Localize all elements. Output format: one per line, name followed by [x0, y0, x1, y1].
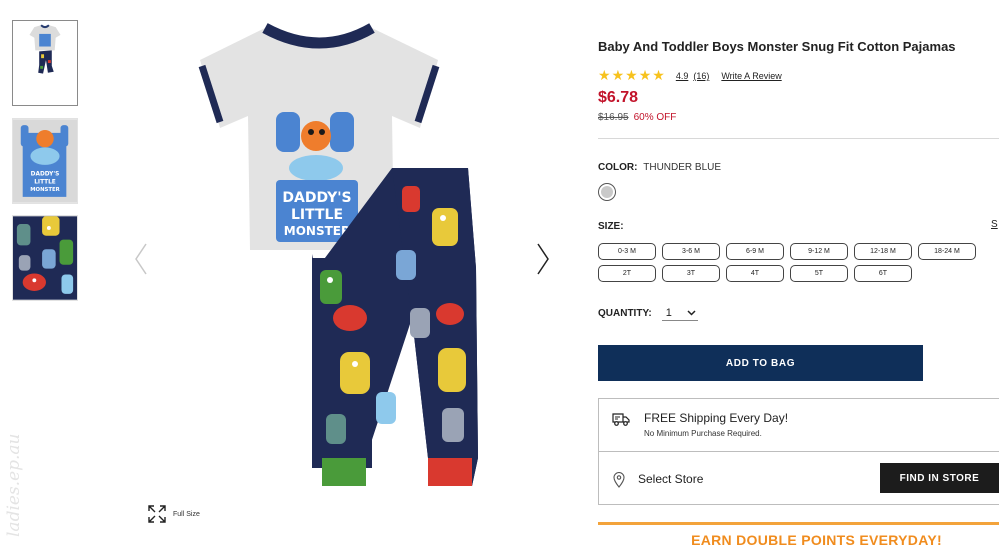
thumbnail-full-outfit[interactable]	[12, 20, 78, 106]
watermark: ladies.ep.au	[0, 425, 28, 540]
add-to-bag-button[interactable]: ADD TO BAG	[598, 345, 923, 381]
size-option[interactable]: 2T	[598, 265, 656, 282]
main-product-image[interactable]: DADDY'S LITTLE MONSTER	[180, 18, 520, 496]
rating-score-link[interactable]: 4.9	[676, 71, 689, 81]
thumbnail-pants-print[interactable]	[12, 215, 78, 301]
pajama-illustration: DADDY'S LITTLE MONSTER	[198, 23, 478, 486]
previous-image-arrow[interactable]	[133, 242, 149, 276]
swatch-dot	[601, 186, 613, 198]
svg-text:MONSTER: MONSTER	[30, 187, 60, 193]
size-option[interactable]: 5T	[790, 265, 848, 282]
size-option[interactable]: 12-18 M	[854, 243, 912, 260]
next-image-arrow[interactable]	[535, 242, 551, 276]
free-shipping-title: FREE Shipping Every Day!	[644, 411, 789, 425]
size-option[interactable]: 3-6 M	[662, 243, 720, 260]
thumbnail-shirt-graphic[interactable]: DADDY'S LITTLE MONSTER	[12, 118, 78, 204]
double-points-banner: EARN DOUBLE POINTS EVERYDAY!	[691, 532, 942, 547]
color-row: COLOR: THUNDER BLUE	[598, 162, 721, 173]
size-options: 0-3 M 3-6 M 6-9 M 9-12 M 12-18 M 18-24 M…	[598, 243, 978, 282]
thumbnail-image	[13, 21, 77, 105]
color-label: COLOR:	[598, 162, 638, 173]
quantity-select[interactable]: 1	[661, 305, 698, 321]
color-value: THUNDER BLUE	[643, 162, 722, 173]
quantity-row: QUANTITY: 1	[598, 305, 698, 321]
chevron-down-icon	[687, 309, 696, 316]
map-pin-icon	[613, 472, 625, 488]
chevron-left-icon	[135, 243, 147, 275]
thumbnail-image: DADDY'S LITTLE MONSTER	[13, 119, 77, 203]
expand-icon	[148, 505, 166, 523]
promo-bar	[598, 522, 999, 525]
size-guide-link[interactable]: S	[991, 219, 998, 230]
quantity-value: 1	[665, 306, 672, 319]
quantity-label: QUANTITY:	[598, 307, 652, 319]
size-option[interactable]: 6-9 M	[726, 243, 784, 260]
watermark-text: ladies.ep.au	[4, 433, 24, 537]
size-option[interactable]: 18-24 M	[918, 243, 976, 260]
size-option[interactable]: 3T	[662, 265, 720, 282]
star-icon: ★	[652, 68, 665, 84]
free-shipping-subtitle: No Minimum Purchase Required.	[644, 429, 762, 438]
star-icon: ★	[598, 68, 611, 84]
rating-stars: ★ ★ ★ ★ ★	[598, 69, 665, 83]
truck-icon	[612, 413, 630, 426]
svg-text:DADDY'S: DADDY'S	[31, 172, 60, 178]
full-size-label: Full Size	[173, 510, 200, 518]
shirt-graphic-line-3: MONSTER	[284, 224, 350, 238]
star-icon: ★	[638, 68, 652, 84]
size-option[interactable]: 0-3 M	[598, 243, 656, 260]
product-title: Baby And Toddler Boys Monster Snug Fit C…	[598, 39, 956, 54]
price-comparison: $16.95 60% OFF	[598, 112, 676, 123]
chevron-right-icon	[537, 243, 549, 275]
color-swatch-thunder-blue[interactable]	[598, 183, 616, 201]
size-option[interactable]: 4T	[726, 265, 784, 282]
full-size-button[interactable]: Full Size	[147, 503, 200, 525]
find-in-store-button[interactable]: FIND IN STORE	[880, 463, 999, 493]
size-option[interactable]: 6T	[854, 265, 912, 282]
rating-count-link[interactable]: (16)	[693, 71, 709, 81]
select-store-link[interactable]: Select Store	[638, 472, 703, 486]
section-divider	[598, 138, 999, 139]
shirt-graphic-line-1: DADDY'S	[282, 190, 351, 206]
original-price: $16.95	[598, 112, 629, 123]
discount-badge: 60% OFF	[633, 112, 677, 123]
box-divider	[599, 451, 999, 452]
star-icon: ★	[611, 68, 625, 84]
shirt-graphic-line-2: LITTLE	[291, 207, 343, 223]
size-label: SIZE:	[598, 221, 624, 232]
svg-text:LITTLE: LITTLE	[34, 179, 56, 185]
sale-price: $6.78	[598, 89, 639, 106]
size-option[interactable]: 9-12 M	[790, 243, 848, 260]
product-rating: ★ ★ ★ ★ ★ 4.9 (16) Write A Review	[598, 69, 782, 83]
write-review-link[interactable]: Write A Review	[721, 71, 781, 81]
star-icon: ★	[625, 68, 638, 84]
thumbnail-image	[13, 216, 77, 300]
